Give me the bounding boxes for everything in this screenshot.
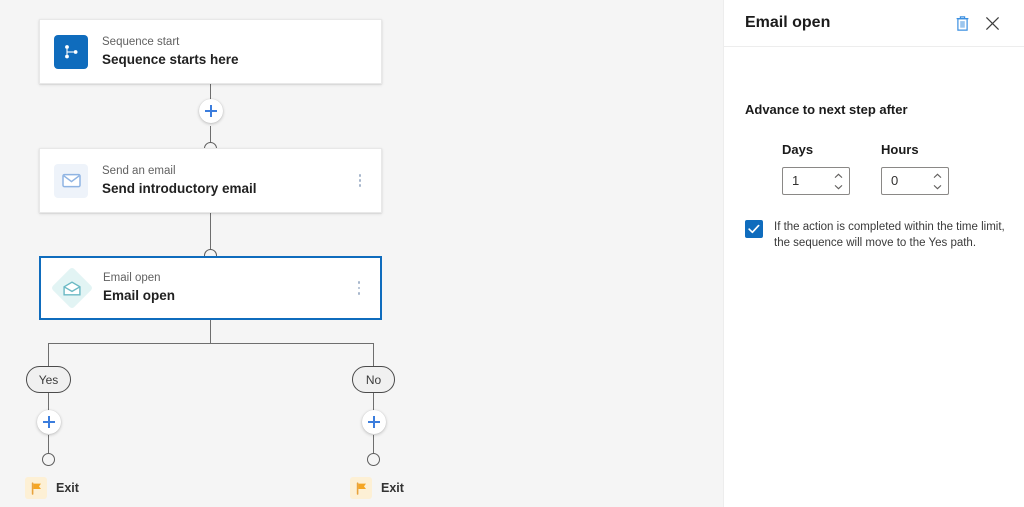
add-step-button[interactable]: [199, 99, 223, 123]
more-dot: [357, 281, 361, 285]
branch-label: No: [365, 372, 382, 387]
trash-icon[interactable]: [947, 8, 977, 38]
more-dot: [357, 286, 361, 290]
days-input[interactable]: [783, 167, 831, 195]
chevron-up-icon[interactable]: [831, 170, 845, 181]
branch-pill-no[interactable]: No: [352, 366, 395, 393]
connector-line: [210, 126, 211, 142]
branch-label: Yes: [38, 372, 59, 387]
more-dot: [358, 179, 362, 182]
branch-pill-yes[interactable]: Yes: [26, 366, 71, 393]
yes-path-checkbox[interactable]: [745, 220, 763, 238]
flag-icon: [25, 477, 47, 499]
envelope-icon: [54, 163, 88, 198]
sequence-canvas[interactable]: Sequence start Sequence starts here Send…: [0, 0, 723, 507]
add-step-button[interactable]: [362, 410, 386, 434]
duration-fields: Days 1 Hours 0: [745, 141, 1007, 195]
yes-path-checkbox-label: If the action is completed within the ti…: [774, 219, 1005, 251]
add-step-button[interactable]: [37, 410, 61, 434]
days-stepper-arrows: [831, 168, 849, 194]
flag-icon: [350, 477, 372, 499]
panel-header: Email open: [724, 0, 1024, 47]
more-dot: [358, 184, 362, 188]
chevron-up-icon[interactable]: [930, 170, 944, 181]
node-sequence-start[interactable]: Sequence start Sequence starts here: [39, 19, 382, 84]
hours-input[interactable]: [882, 167, 930, 195]
node-more-options-button[interactable]: [353, 170, 367, 192]
chevron-down-icon[interactable]: [930, 181, 944, 192]
hours-stepper-arrows: [930, 168, 948, 194]
properties-panel: Email open Advance to next step after Da…: [723, 0, 1024, 507]
node-subtitle: Send an email: [102, 164, 176, 177]
node-title: Email open: [103, 288, 176, 303]
node-subtitle: Sequence start: [102, 35, 180, 48]
node-text: Sequence start Sequence starts here: [102, 35, 367, 69]
checkbox-text-line1: If the action is completed within the ti…: [774, 221, 1005, 233]
more-dot: [358, 173, 362, 177]
chevron-down-icon[interactable]: [831, 181, 845, 192]
node-email-open[interactable]: Email open Email open: [39, 256, 382, 320]
node-subtitle: Email open: [103, 272, 161, 284]
connector-line: [373, 343, 374, 366]
hours-field-group: Hours: [881, 141, 949, 195]
node-more-options-button[interactable]: [352, 277, 366, 299]
panel-title: Email open: [745, 14, 831, 31]
branch-split-line: [48, 343, 373, 344]
checkbox-text-line2: the sequence will move to the Yes path.: [774, 237, 977, 249]
yes-path-option-row: If the action is completed within the ti…: [745, 219, 1007, 251]
hours-stepper[interactable]: [881, 167, 949, 195]
connector-line: [48, 435, 49, 453]
days-field-group: Days: [782, 141, 850, 195]
node-text: Email open Email open: [103, 271, 352, 305]
connector-line: [48, 343, 49, 366]
sequence-designer: Sequence start Sequence starts here Send…: [0, 0, 1024, 507]
days-stepper[interactable]: [782, 167, 850, 195]
hours-label: Hours: [881, 142, 919, 157]
panel-body: Advance to next step after Days 1 Hours …: [724, 47, 1024, 251]
node-text: Send an email Send introductory email: [102, 164, 353, 198]
open-envelope-icon: [50, 266, 94, 310]
exit-marker-no[interactable]: Exit: [350, 477, 404, 499]
connector-port: [42, 453, 55, 466]
section-heading: Advance to next step after: [745, 102, 908, 117]
node-title: Send introductory email: [102, 180, 257, 196]
connector-line: [373, 435, 374, 453]
node-title: Sequence starts here: [102, 51, 239, 67]
exit-label: Exit: [381, 481, 404, 495]
exit-label: Exit: [56, 481, 79, 495]
exit-marker-yes[interactable]: Exit: [25, 477, 79, 499]
sequence-start-icon: [54, 34, 88, 69]
connector-line: [210, 320, 211, 344]
days-label: Days: [782, 142, 814, 157]
node-send-email[interactable]: Send an email Send introductory email: [39, 148, 382, 213]
connector-port: [367, 453, 380, 466]
more-dot: [357, 291, 361, 295]
close-icon[interactable]: [977, 8, 1007, 38]
